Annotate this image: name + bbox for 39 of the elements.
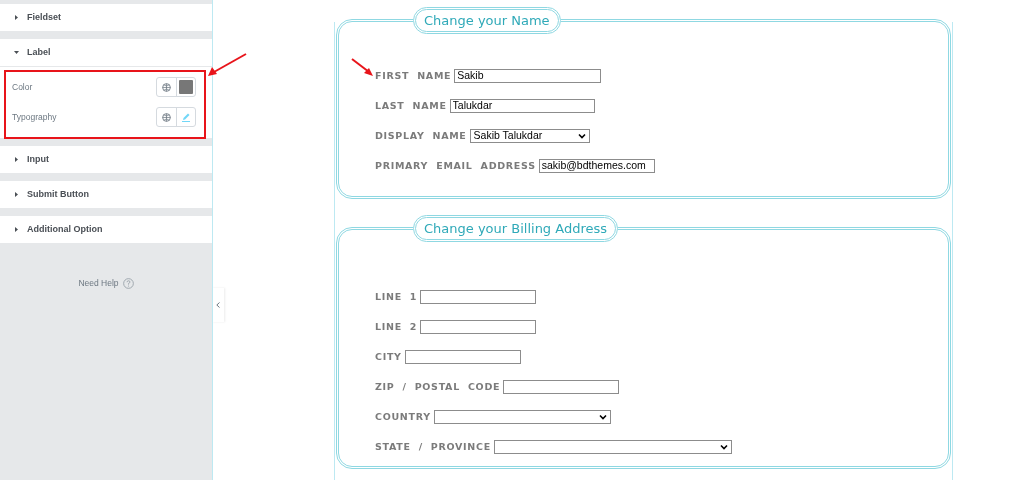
chevron-down-icon (598, 414, 607, 420)
caret-icon (14, 227, 19, 232)
arrow-drawing (206, 52, 248, 78)
section-header[interactable]: Additional Option (0, 216, 212, 243)
section-header[interactable]: Fieldset (0, 4, 212, 31)
control-label: Typography (12, 110, 57, 124)
select-field[interactable] (493, 440, 732, 454)
chevron-down-icon (719, 444, 728, 450)
field-label: DISPLAY NAME (375, 128, 467, 143)
section-header[interactable]: Submit Button (0, 181, 212, 208)
caret-icon (14, 192, 19, 197)
field-label: PRIMARY EMAIL ADDRESS (375, 158, 536, 173)
text-field[interactable] (404, 350, 521, 364)
field-label: FIRST NAME (375, 68, 452, 83)
color-swatch[interactable] (176, 78, 195, 96)
caret-icon (14, 157, 19, 162)
field-label: ZIP / POSTAL CODE (375, 379, 501, 394)
section-header[interactable]: Label (0, 39, 212, 66)
caret-icon (14, 15, 19, 20)
field-label: LAST NAME (375, 98, 447, 113)
text-field[interactable] (420, 320, 537, 334)
field-label: LINE 1 (375, 289, 418, 304)
field-label: LINE 2 (375, 319, 418, 334)
field-label: CITY (375, 349, 402, 364)
help-link[interactable]: Need Help (78, 277, 119, 290)
select-field[interactable] (433, 410, 611, 424)
control-label: Color (12, 80, 33, 94)
caret-icon (14, 50, 19, 55)
text-field[interactable]: Talukdar (449, 99, 595, 113)
field-label: STATE / PROVINCE (375, 439, 491, 454)
field-label: COUNTRY (375, 409, 431, 424)
chevron-down-icon (577, 133, 586, 139)
section-header[interactable]: Input (0, 146, 212, 173)
text-field[interactable] (503, 380, 620, 394)
text-field[interactable]: Sakib (454, 69, 602, 83)
select-field[interactable]: Sakib Talukdar (469, 129, 590, 143)
arrow-drawing (351, 58, 375, 78)
text-field[interactable] (420, 290, 537, 304)
text-field[interactable]: sakib@bdthemes.com (538, 159, 655, 173)
